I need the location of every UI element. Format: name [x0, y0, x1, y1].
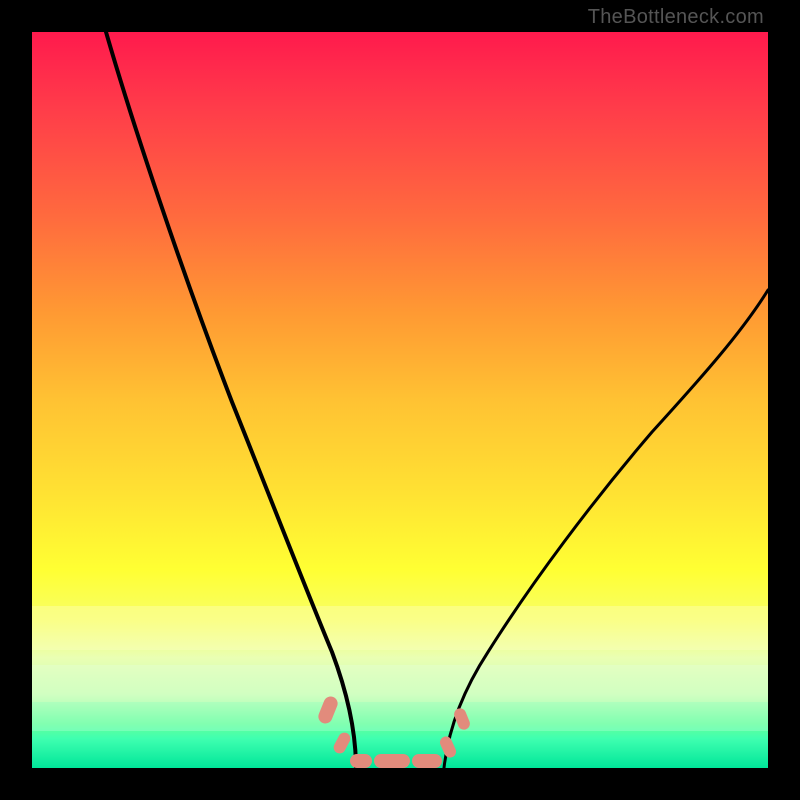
left-descending-curve [106, 32, 356, 768]
right-ascending-curve [444, 290, 768, 768]
markers-right [438, 707, 472, 760]
markers-bottom [350, 754, 442, 768]
chart-frame: TheBottleneck.com [0, 0, 800, 800]
plot-area [32, 32, 768, 768]
watermark-text: TheBottleneck.com [588, 6, 764, 29]
curve-layer [32, 32, 768, 768]
